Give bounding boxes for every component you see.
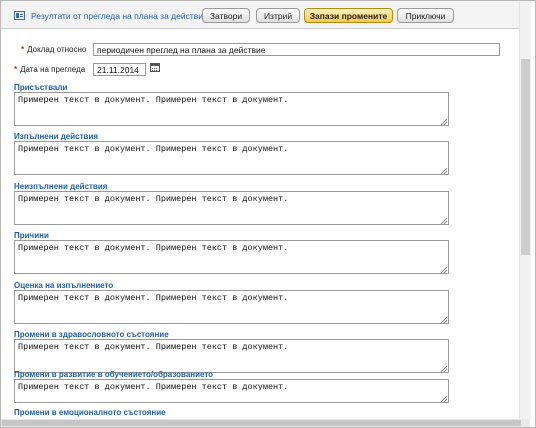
calendar-icon[interactable] bbox=[150, 63, 160, 72]
close-button[interactable]: Затвори bbox=[202, 8, 250, 23]
resize-grip-icon[interactable] bbox=[441, 168, 447, 174]
resize-grip-icon[interactable] bbox=[441, 366, 447, 372]
attendees-textarea[interactable]: Примерен текст в документ. Примерен текс… bbox=[14, 92, 449, 126]
completed-actions-textarea[interactable]: Примерен текст в документ. Примерен текс… bbox=[14, 141, 449, 175]
review-date-label: * Дата на прегледа bbox=[14, 65, 85, 74]
resize-grip-icon[interactable] bbox=[441, 218, 447, 224]
performance-assessment-label: Оценка на изпълнението bbox=[14, 281, 114, 290]
reasons-label: Причини bbox=[14, 231, 49, 240]
resize-grip-icon[interactable] bbox=[441, 396, 447, 402]
review-date-label-text: Дата на прегледа bbox=[20, 65, 86, 74]
resize-grip-icon[interactable] bbox=[441, 317, 447, 323]
vertical-scrollbar[interactable] bbox=[519, 1, 531, 419]
review-date-input[interactable] bbox=[93, 63, 146, 76]
education-changes-textarea[interactable]: Примерен текст в документ. Примерен текс… bbox=[14, 379, 449, 403]
completed-actions-label: Изпълнени действия bbox=[14, 132, 99, 141]
horizontal-scroll-thumb[interactable] bbox=[2, 420, 521, 426]
finish-button[interactable]: Приключи bbox=[397, 8, 454, 23]
health-changes-label: Промени в здравословното състояние bbox=[14, 330, 169, 339]
window-frame: Резултати от прегледа на плана за действ… bbox=[0, 0, 536, 428]
report-about-input[interactable] bbox=[93, 43, 500, 56]
emotional-changes-label: Промени в емоционалното състояние bbox=[14, 408, 166, 417]
save-changes-button[interactable]: Запази промените bbox=[304, 8, 393, 23]
horizontal-scrollbar[interactable] bbox=[1, 419, 530, 427]
document-icon bbox=[14, 11, 25, 20]
vertical-scroll-thumb[interactable] bbox=[521, 59, 530, 255]
health-changes-textarea[interactable]: Примерен текст в документ. Примерен текс… bbox=[14, 339, 449, 373]
report-field-label: * Доклад относно bbox=[21, 45, 86, 54]
toolbar: Резултати от прегледа на плана за действ… bbox=[1, 1, 519, 29]
report-label-text: Доклад относно bbox=[27, 45, 87, 54]
performance-assessment-textarea[interactable]: Примерен текст в документ. Примерен текс… bbox=[14, 290, 449, 324]
required-asterisk: * bbox=[21, 45, 25, 54]
attendees-label: Присъствали bbox=[14, 83, 68, 92]
uncompleted-actions-label: Неизпълнени действия bbox=[14, 182, 108, 191]
reasons-textarea[interactable]: Примерен текст в документ. Примерен текс… bbox=[14, 240, 449, 274]
page-title: Резултати от прегледа на плана за действ… bbox=[31, 11, 208, 21]
education-changes-label: Промени в развитие в обучението/образова… bbox=[14, 370, 214, 379]
uncompleted-actions-textarea[interactable]: Примерен текст в документ. Примерен текс… bbox=[14, 191, 449, 225]
resize-grip-icon[interactable] bbox=[441, 119, 447, 125]
resize-grip-icon[interactable] bbox=[441, 267, 447, 273]
delete-button[interactable]: Изтрий bbox=[256, 8, 300, 23]
required-asterisk: * bbox=[14, 65, 18, 74]
